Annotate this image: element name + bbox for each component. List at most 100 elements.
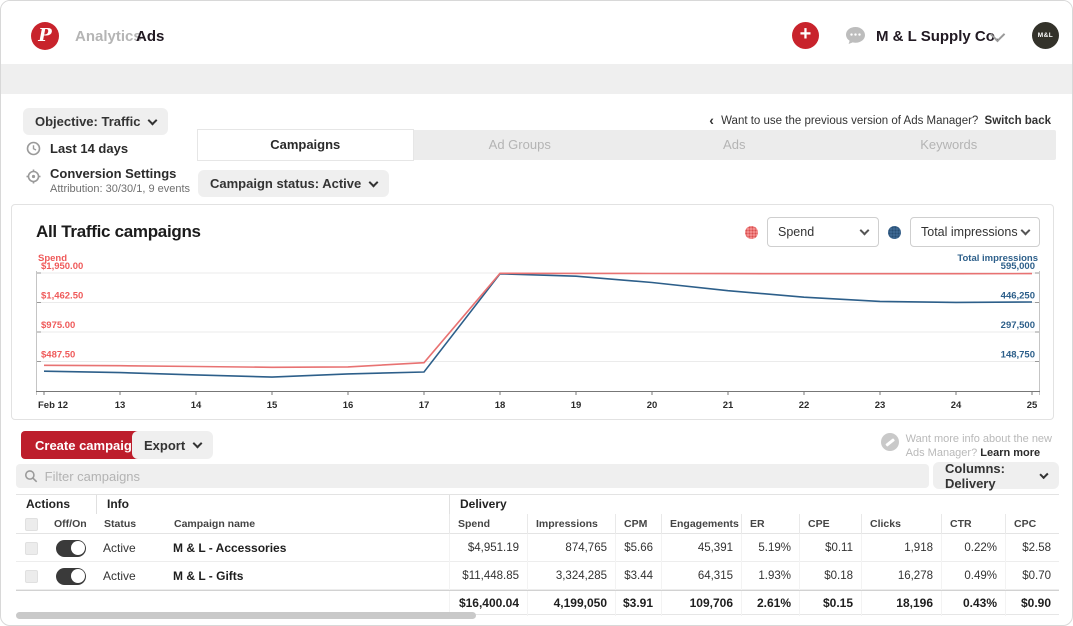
search-input[interactable] [45,469,921,484]
totals-er: 2.61% [741,591,799,616]
totals-clicks: 18,196 [861,591,941,616]
level-tabs: CampaignsAd GroupsAdsKeywords [198,130,1056,160]
x-tick-label: 18 [495,400,506,411]
off-on-toggle[interactable] [56,568,86,585]
account-avatar[interactable]: M&L [1032,22,1059,49]
switch-back-area: ‹ Want to use the previous version of Ad… [709,112,1051,128]
chart-title: All Traffic campaigns [36,222,201,242]
gear-icon [26,169,41,184]
column-header-cpc: CPC [1005,514,1059,534]
x-tick-label: 16 [343,400,354,411]
right-axis-title: Total impressions [957,253,1038,264]
row-toggle-cell [46,540,96,557]
horizontal-scrollbar[interactable] [16,612,476,619]
metric-cell-impressions: 3,324,285 [527,562,615,590]
column-header-off-on: Off/On [46,518,96,530]
metric1-select[interactable]: Spend [767,217,879,247]
spend-legend-dot-icon [745,226,758,239]
sub-header-band [1,64,1072,94]
tab-ad-groups[interactable]: Ad Groups [413,130,628,160]
info-line2: Ads Manager? [906,447,978,459]
tab-campaigns[interactable]: Campaigns [198,130,413,160]
metric-cell-cpm: $5.66 [615,534,661,562]
metric2-value: Total impressions [921,225,1018,239]
column-group-delivery: Delivery [449,495,1059,514]
pencil-circle-icon [881,433,899,451]
select-all-checkbox[interactable] [25,518,38,531]
table-body: ActiveM & L - Accessories$4,951.19874,76… [16,534,1059,590]
column-header-engagements: Engagements [661,514,741,534]
x-tick-label: 17 [419,400,430,411]
row-checkbox[interactable] [25,542,38,555]
tab-ads[interactable]: Ads [627,130,842,160]
status-cell: Active [96,569,166,583]
column-header-cpe: CPE [799,514,861,534]
x-tick-label: 22 [799,400,810,411]
campaign-status-dropdown[interactable]: Campaign status: Active [198,170,389,197]
column-header-er: ER [741,514,799,534]
chevron-down-icon [369,177,379,187]
chevron-down-icon [860,226,870,236]
date-range-label: Last 14 days [50,141,128,156]
switch-back-link[interactable]: Switch back [985,115,1051,127]
learn-more-link[interactable]: Learn more [980,447,1040,459]
x-tick-label: 14 [191,400,202,411]
metric-cell-ctr: 0.49% [941,562,1005,590]
campaign-name-link[interactable]: M & L - Gifts [166,569,449,583]
campaign-name-link[interactable]: M & L - Accessories [166,541,449,555]
column-header-ctr: CTR [941,514,1005,534]
metric-cell-clicks: 1,918 [861,534,941,562]
create-plus-button[interactable]: + [792,22,819,49]
column-header-campaign-name: Campaign name [166,518,449,530]
top-nav: P Analytics Ads + M & L Supply Co. M&L [1,1,1072,63]
conversion-settings-label: Conversion Settings [50,166,190,181]
nav-ads[interactable]: Ads [136,28,164,45]
metric-cell-ctr: 0.22% [941,534,1005,562]
row-checkbox[interactable] [25,570,38,583]
chart-card: All Traffic campaigns Spend Total impres… [11,204,1054,420]
right-tick-label: 446,250 [1001,291,1035,302]
attribution-label: Attribution: 30/30/1, 9 events [50,183,190,195]
x-tick-label: 21 [723,400,734,411]
x-tick-label: 19 [571,400,582,411]
left-tick-label: $487.50 [41,350,75,361]
info-line1: Want more info about the new [906,432,1052,446]
metric-cell-impressions: 874,765 [527,534,615,562]
totals-cpe: $0.15 [799,591,861,616]
objective-label: Objective: Traffic [35,114,140,129]
totals-engagements: 109,706 [661,591,741,616]
conversion-settings[interactable]: Conversion Settings Attribution: 30/30/1… [26,166,190,195]
columns-label: Columns: Delivery [945,461,1032,491]
campaigns-table: ActionsInfoDelivery Off/OnStatusCampaign… [16,494,1059,615]
metric-cell-er: 1.93% [741,562,799,590]
export-dropdown[interactable]: Export [132,431,213,459]
pinterest-logo-icon[interactable]: P [31,22,59,50]
right-tick-label: 297,500 [1001,320,1035,331]
column-header-cpm: CPM [615,514,661,534]
ads-manager-page: P Analytics Ads + M & L Supply Co. M&L O… [0,0,1073,626]
off-on-toggle[interactable] [56,540,86,557]
left-axis-title: Spend [38,253,67,264]
line-chart: $487.50148,750$975.00297,500$1,462.50446… [12,247,1053,420]
date-range-filter[interactable]: Last 14 days [26,141,128,156]
objective-dropdown[interactable]: Objective: Traffic [23,108,168,135]
account-name[interactable]: M & L Supply Co. [876,28,999,45]
search-icon [24,469,38,483]
column-header-impressions: Impressions [527,514,615,534]
messages-icon[interactable] [844,25,867,52]
column-header-spend: Spend [449,514,527,534]
chevron-down-icon [193,439,203,449]
columns-dropdown[interactable]: Columns: Delivery [933,462,1059,489]
metric2-select[interactable]: Total impressions [910,217,1040,247]
left-tick-label: $1,462.50 [41,291,83,302]
nav-analytics[interactable]: Analytics [75,28,142,45]
x-tick-label: Feb 12 [38,400,68,411]
metric-cell-engagements: 64,315 [661,562,741,590]
x-tick-label: 24 [951,400,962,411]
switch-back-prompt: Want to use the previous version of Ads … [721,115,978,127]
row-checkbox-cell [16,542,46,555]
status-cell: Active [96,541,166,555]
tab-keywords[interactable]: Keywords [842,130,1057,160]
export-label: Export [144,438,185,453]
column-group-actions: Actions [16,495,96,514]
